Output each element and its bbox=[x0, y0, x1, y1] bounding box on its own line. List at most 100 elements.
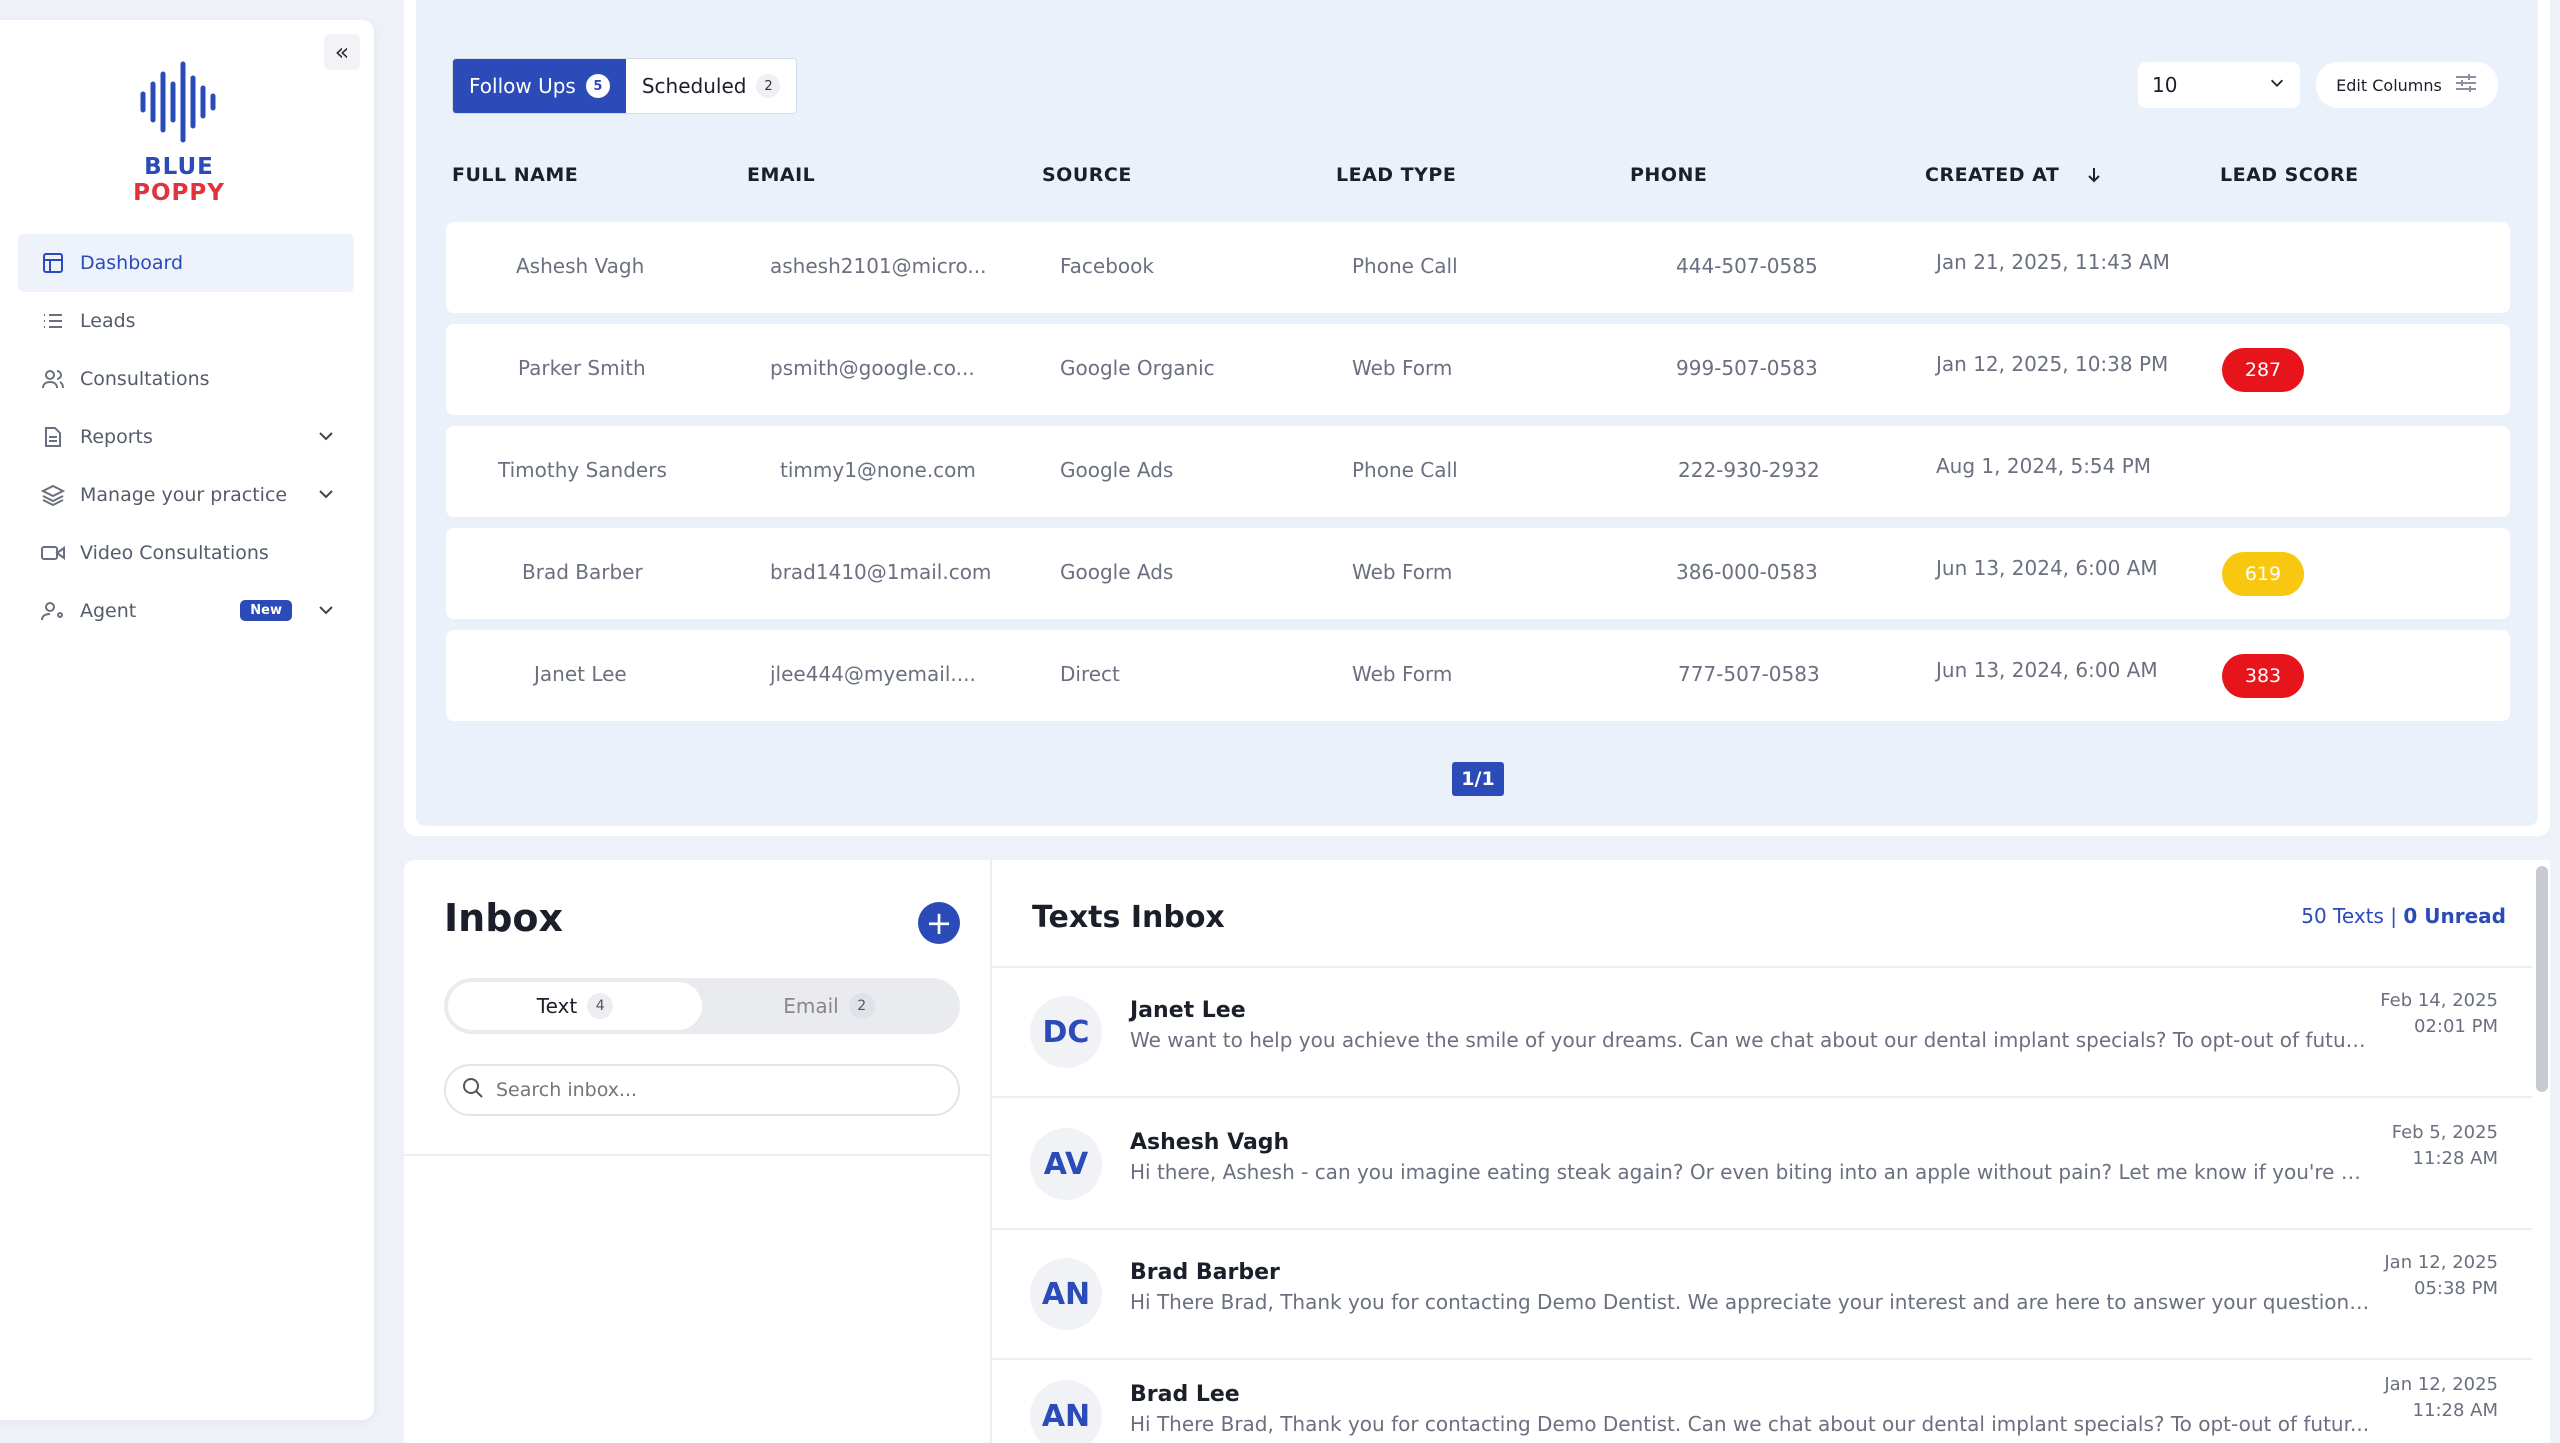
sidebar-item-label: Consultations bbox=[80, 368, 210, 390]
cell-lead-type: Web Form bbox=[1352, 560, 1453, 584]
table-row[interactable]: Ashesh Vagh ashesh2101@micro... Facebook… bbox=[446, 222, 2510, 313]
inbox-channel-toggle: Text 4 Email 2 bbox=[444, 978, 960, 1034]
sidebar-item-reports[interactable]: Reports bbox=[18, 408, 354, 466]
cell-phone: 386-000-0583 bbox=[1676, 560, 1818, 584]
tab-text[interactable]: Text 4 bbox=[448, 982, 702, 1030]
sidebar-item-label: Video Consultations bbox=[80, 542, 269, 564]
message-item[interactable]: AN Brad Barber Hi There Brad, Thank you … bbox=[992, 1230, 2532, 1360]
column-header[interactable]: CREATED AT bbox=[1925, 164, 2059, 186]
cell-source: Direct bbox=[1060, 662, 1120, 686]
tab-label: Email bbox=[783, 994, 839, 1018]
arrow-down-icon[interactable] bbox=[2086, 166, 2102, 189]
cell-phone: 999-507-0583 bbox=[1676, 356, 1818, 380]
sidebar-item-label: Leads bbox=[80, 310, 136, 332]
cell-name: Ashesh Vagh bbox=[516, 254, 645, 278]
chevron-down-icon[interactable] bbox=[316, 484, 336, 509]
cell-source: Google Ads bbox=[1060, 458, 1174, 482]
sidebar: « BLUE POPPY Dashboard Leads Consultatio… bbox=[0, 20, 374, 1420]
sidebar-item-label: Reports bbox=[80, 426, 153, 448]
search-input[interactable] bbox=[496, 1079, 936, 1101]
sidebar-item-video-consultations[interactable]: Video Consultations bbox=[18, 524, 354, 582]
per-page-value: 10 bbox=[2152, 73, 2178, 97]
per-page-select[interactable]: 10 bbox=[2138, 62, 2300, 108]
inbox-panel: Inbox + Text 4 Email 2 bbox=[404, 860, 990, 1443]
sidebar-item-leads[interactable]: Leads bbox=[18, 292, 354, 350]
cell-email: psmith@google.co... bbox=[770, 356, 975, 380]
layers-icon bbox=[40, 482, 66, 508]
message-item[interactable]: AN Brad Lee Hi There Brad, Thank you for… bbox=[992, 1352, 2532, 1443]
column-header[interactable]: FULL NAME bbox=[452, 164, 578, 186]
tab-label: Text bbox=[536, 994, 578, 1018]
sidebar-item-agent[interactable]: Agent New bbox=[18, 582, 354, 640]
chevron-down-icon[interactable] bbox=[316, 426, 336, 451]
column-header[interactable]: LEAD TYPE bbox=[1336, 164, 1456, 186]
search-icon bbox=[462, 1077, 484, 1103]
stats-separator: | bbox=[2383, 904, 2404, 928]
cell-created-at: Aug 1, 2024, 5:54 PM bbox=[1936, 454, 2152, 478]
column-header[interactable]: SOURCE bbox=[1042, 164, 1132, 186]
message-item[interactable]: DC Janet Lee We want to help you achieve… bbox=[992, 968, 2532, 1098]
agent-icon bbox=[40, 598, 66, 624]
table-row[interactable]: Janet Lee jlee444@myemail.... Direct Web… bbox=[446, 630, 2510, 721]
new-message-button[interactable]: + bbox=[918, 902, 960, 944]
sidebar-item-consultations[interactable]: Consultations bbox=[18, 350, 354, 408]
column-header[interactable]: PHONE bbox=[1630, 164, 1707, 186]
message-timestamp: Jan 12, 2025 05:38 PM bbox=[2384, 1250, 2498, 1302]
texts-unread: 0 Unread bbox=[2403, 904, 2506, 928]
column-header[interactable]: LEAD SCORE bbox=[2220, 164, 2359, 186]
cell-created-at: Jan 21, 2025, 11:43 AM bbox=[1936, 250, 2170, 274]
cell-source: Google Organic bbox=[1060, 356, 1215, 380]
cell-lead-type: Web Form bbox=[1352, 662, 1453, 686]
message-preview: Hi There Brad, Thank you for contacting … bbox=[1130, 1290, 2370, 1314]
leads-panel-inner: Follow Ups 5 Scheduled 2 10 Edit Columns… bbox=[416, 0, 2538, 826]
lead-score-badge: 287 bbox=[2222, 348, 2304, 392]
avatar: AN bbox=[1030, 1380, 1102, 1443]
cell-source: Google Ads bbox=[1060, 560, 1174, 584]
message-preview: We want to help you achieve the smile of… bbox=[1130, 1028, 2370, 1052]
column-header[interactable]: EMAIL bbox=[747, 164, 815, 186]
count-badge: 5 bbox=[585, 74, 610, 98]
cell-name: Janet Lee bbox=[534, 662, 627, 686]
avatar: DC bbox=[1030, 996, 1102, 1068]
cell-name: Timothy Sanders bbox=[498, 458, 667, 482]
lead-score-badge: 619 bbox=[2222, 552, 2304, 596]
sidebar-item-dashboard[interactable]: Dashboard bbox=[18, 234, 354, 292]
sound-wave-logo-icon bbox=[140, 61, 216, 143]
message-date: Jan 12, 2025 bbox=[2384, 1374, 2498, 1395]
scrollbar[interactable] bbox=[2536, 866, 2548, 1092]
sidebar-item-label: Manage your practice bbox=[80, 484, 288, 506]
cell-email: timmy1@none.com bbox=[780, 458, 976, 482]
texts-inbox-title: Texts Inbox bbox=[1032, 900, 1225, 935]
pagination[interactable]: 1/1 bbox=[1452, 762, 1504, 796]
sidebar-item-manage-practice[interactable]: Manage your practice bbox=[18, 466, 354, 524]
collapse-sidebar-button[interactable]: « bbox=[324, 34, 360, 70]
message-time: 11:28 AM bbox=[2412, 1400, 2498, 1421]
chevron-down-icon bbox=[2268, 73, 2286, 97]
message-time: 11:28 AM bbox=[2412, 1148, 2498, 1169]
tab-scheduled[interactable]: Scheduled 2 bbox=[626, 59, 797, 113]
tab-email[interactable]: Email 2 bbox=[702, 982, 956, 1030]
message-sender: Brad Lee bbox=[1130, 1382, 1240, 1407]
cell-created-at: Jun 13, 2024, 6:00 AM bbox=[1936, 556, 2158, 580]
leads-panel: Follow Ups 5 Scheduled 2 10 Edit Columns… bbox=[404, 0, 2550, 836]
cell-lead-type: Phone Call bbox=[1352, 254, 1458, 278]
message-date: Feb 5, 2025 bbox=[2391, 1122, 2498, 1143]
table-row[interactable]: Timothy Sanders timmy1@none.com Google A… bbox=[446, 426, 2510, 517]
count-badge: 4 bbox=[587, 993, 614, 1019]
message-preview: Hi There Brad, Thank you for contacting … bbox=[1130, 1412, 2370, 1436]
logo: BLUE POPPY bbox=[104, 60, 254, 206]
texts-stats: 50 Texts | 0 Unread bbox=[2301, 904, 2506, 928]
lead-score-badge: 383 bbox=[2222, 654, 2304, 698]
cell-email: brad1410@1mail.com bbox=[770, 560, 992, 584]
chevron-down-icon[interactable] bbox=[316, 600, 336, 625]
tab-label: Follow Ups bbox=[469, 74, 576, 98]
tab-label: Scheduled bbox=[641, 74, 747, 98]
sidebar-item-label: Dashboard bbox=[80, 252, 184, 274]
table-row[interactable]: Parker Smith psmith@google.co... Google … bbox=[446, 324, 2510, 415]
message-item[interactable]: AV Ashesh Vagh Hi there, Ashesh - can yo… bbox=[992, 1100, 2532, 1230]
table-row[interactable]: Brad Barber brad1410@1mail.com Google Ad… bbox=[446, 528, 2510, 619]
tab-follow-ups[interactable]: Follow Ups 5 bbox=[453, 59, 626, 113]
cell-email: ashesh2101@micro... bbox=[770, 254, 987, 278]
edit-columns-label: Edit Columns bbox=[2336, 75, 2442, 95]
edit-columns-button[interactable]: Edit Columns bbox=[2316, 62, 2498, 108]
